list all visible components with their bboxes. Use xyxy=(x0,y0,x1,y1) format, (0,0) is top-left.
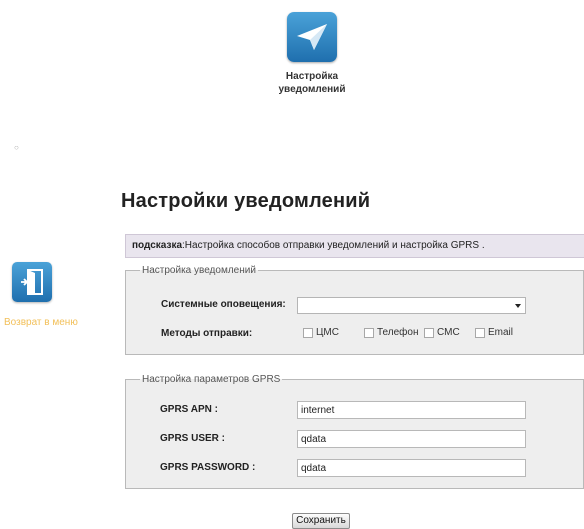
method-label: ЦМС xyxy=(316,327,339,338)
door-exit-icon xyxy=(21,269,43,295)
gprs-password-label: GPRS PASSWORD : xyxy=(160,462,256,473)
gprs-password-input[interactable] xyxy=(297,459,526,477)
gprs-user-input[interactable] xyxy=(297,430,526,448)
gprs-apn-label: GPRS APN : xyxy=(160,404,218,415)
paper-plane-icon xyxy=(297,24,327,50)
hint-label: подсказка xyxy=(132,240,183,251)
gprs-apn-input[interactable] xyxy=(297,401,526,419)
gprs-settings-legend: Настройка параметров GPRS xyxy=(142,374,281,385)
back-to-menu-button[interactable] xyxy=(12,262,52,302)
checkbox-box[interactable] xyxy=(424,327,434,338)
system-alerts-label: Системные оповещения: xyxy=(161,299,286,310)
checkbox-box[interactable] xyxy=(475,327,485,338)
notification-settings-caption[interactable]: Настройка уведомлений xyxy=(252,70,372,96)
hint-text: :Настройка способов отправки уведомлений… xyxy=(182,240,485,251)
notification-settings-legend: Настройка уведомлений xyxy=(142,265,256,276)
notification-settings-icon[interactable] xyxy=(287,12,337,62)
method-sms-checkbox[interactable]: СМС xyxy=(424,327,460,338)
checkbox-box[interactable] xyxy=(364,327,374,338)
save-button[interactable]: Сохранить xyxy=(292,513,350,529)
method-label: Email xyxy=(488,327,514,338)
chevron-down-icon xyxy=(515,304,521,308)
method-cms-checkbox[interactable]: ЦМС xyxy=(303,327,339,338)
caption-line-1: Настройка xyxy=(285,71,339,82)
checkbox-box[interactable] xyxy=(303,327,313,338)
hint-bar: подсказка:Настройка способов отправки ув… xyxy=(125,234,584,258)
caption-line-2: уведомлений xyxy=(278,84,346,95)
send-methods-label: Методы отправки: xyxy=(161,328,253,339)
method-label: Телефон xyxy=(377,327,419,338)
back-to-menu-link[interactable]: Возврат в меню xyxy=(4,317,104,328)
method-phone-checkbox[interactable]: Телефон xyxy=(364,327,418,338)
gprs-user-label: GPRS USER : xyxy=(160,433,226,444)
page-title: Настройки уведомлений xyxy=(121,190,371,212)
system-alerts-select[interactable] xyxy=(297,297,526,314)
method-label: СМС xyxy=(437,327,460,338)
decorative-dot: ○ xyxy=(14,143,19,152)
method-email-checkbox[interactable]: Email xyxy=(475,327,513,338)
